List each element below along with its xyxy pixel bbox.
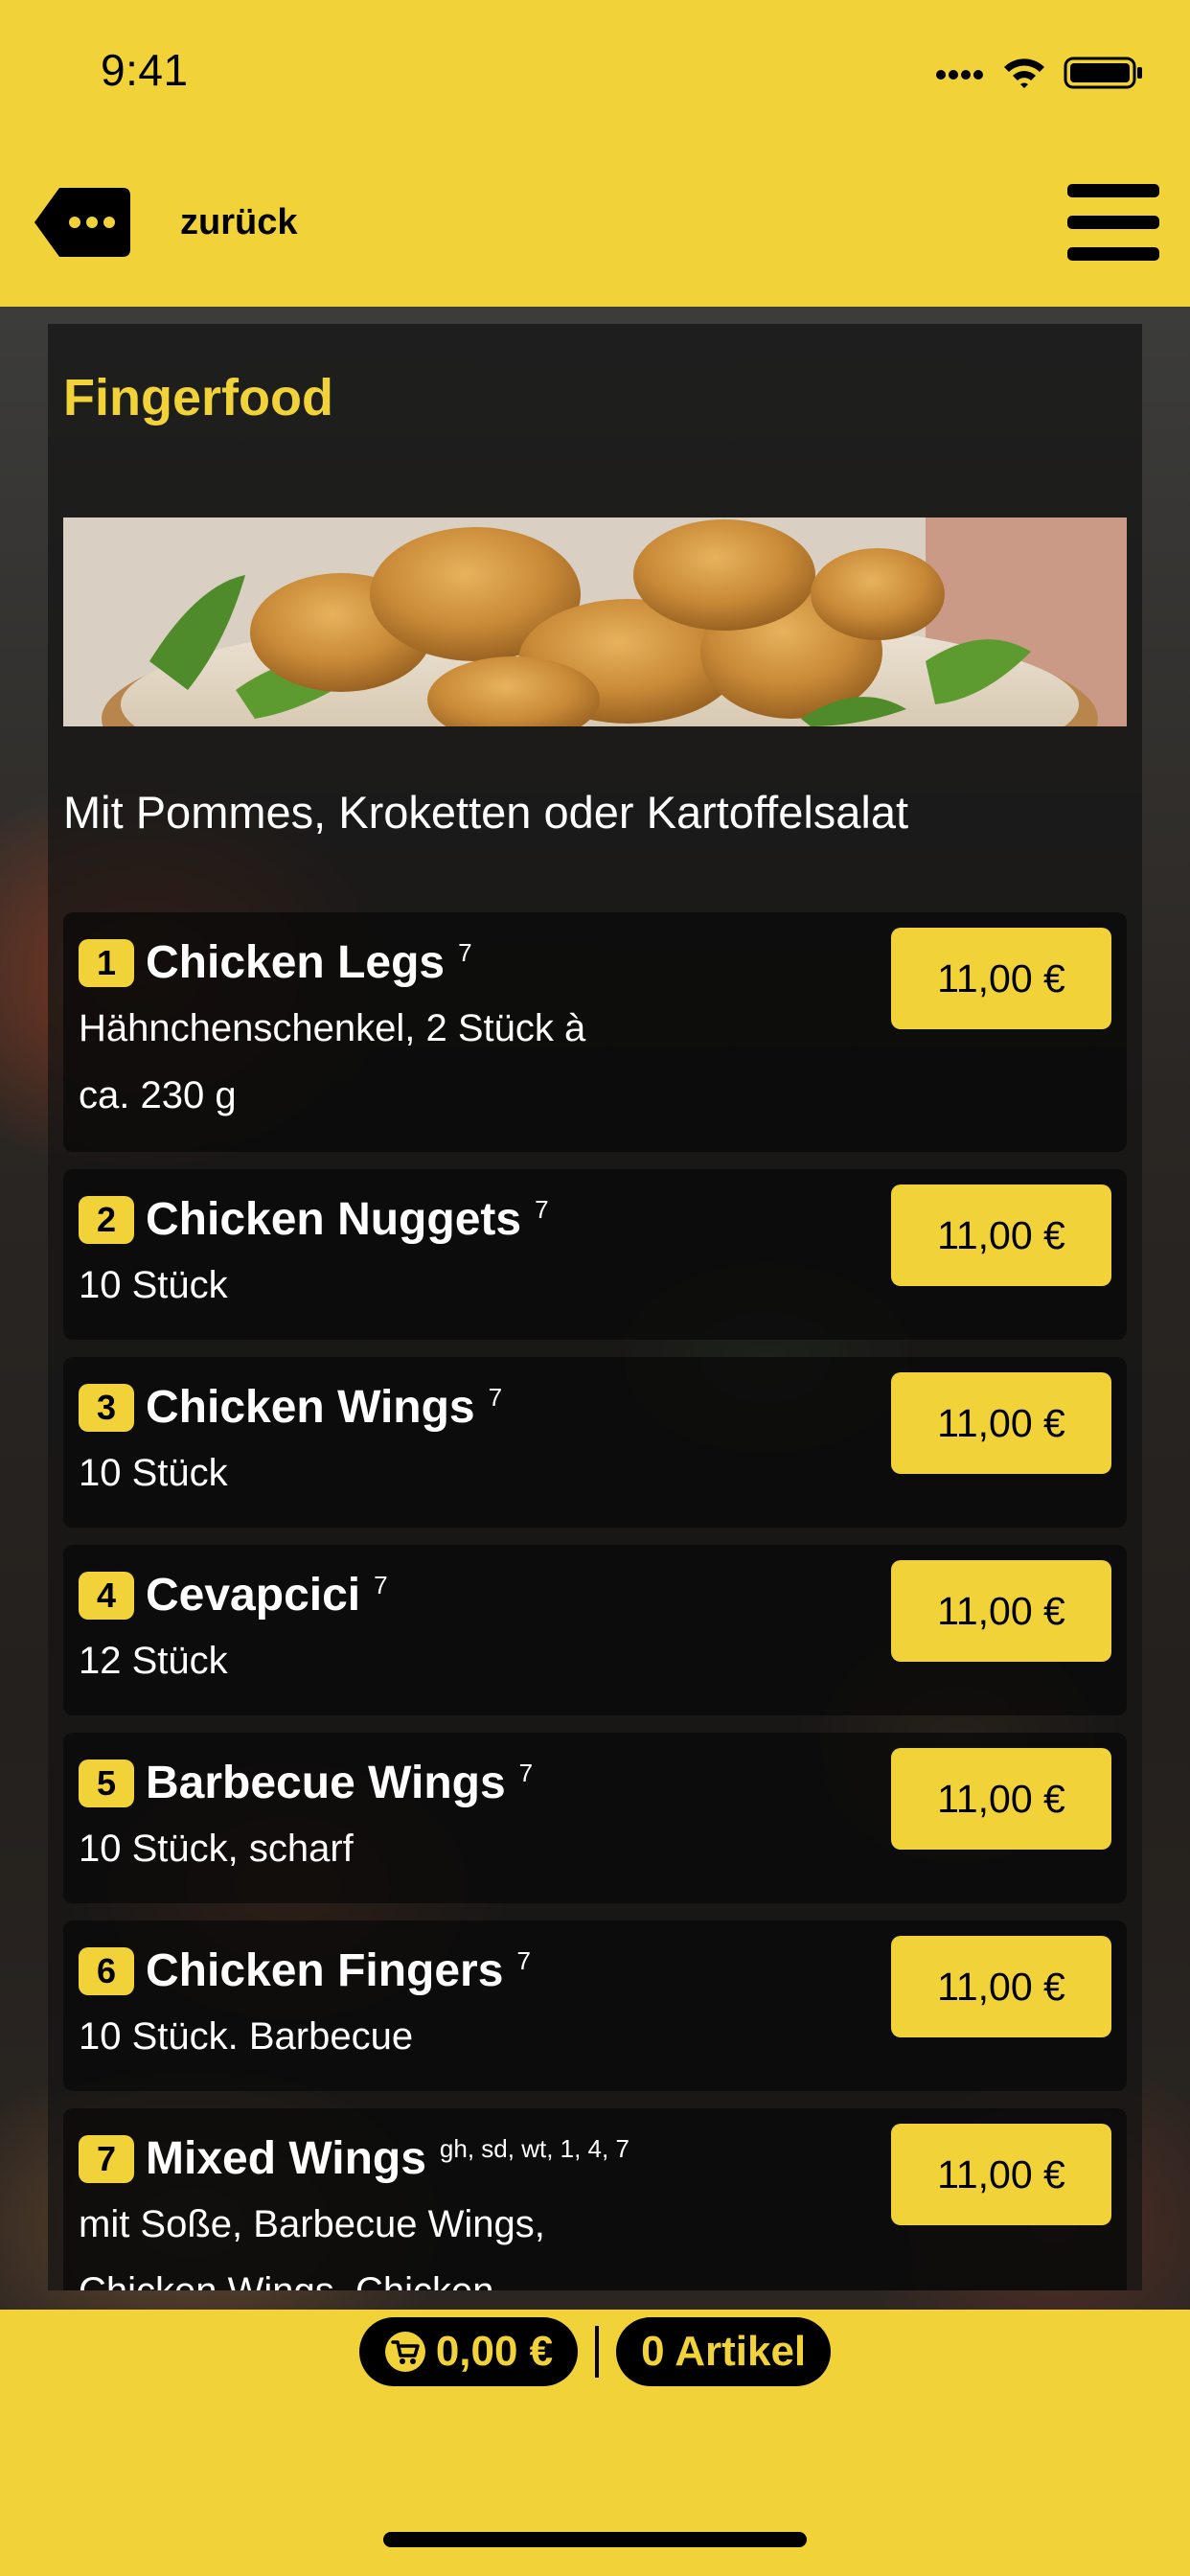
item-allergens: 7	[488, 1383, 503, 1412]
price-button[interactable]: 11,00 €	[891, 1936, 1111, 2037]
cart-total: 0,00 €	[435, 2328, 554, 2375]
item-allergens: 7	[458, 938, 472, 967]
item-allergens: 7	[535, 1195, 549, 1224]
item-description-line: Hähnchenschenkel, 2 Stück à	[79, 1007, 586, 1049]
item-description: 10 Stück. Barbecue	[79, 2003, 935, 2070]
menu-item[interactable]: 4 Cevapcici 7 12 Stück 11,00 €	[63, 1545, 1127, 1715]
item-name: Cevapcici	[146, 1570, 361, 1621]
cart-icon	[384, 2332, 425, 2372]
item-name: Chicken Legs	[146, 937, 446, 988]
menu-item-list: 1 Chicken Legs 7 Hähnchenschenkel, 2 Stü…	[63, 912, 1127, 2290]
item-name: Chicken Nuggets	[146, 1194, 522, 1245]
item-name: Chicken Fingers	[146, 1945, 504, 1996]
price-button[interactable]: 11,00 €	[891, 1560, 1111, 1662]
hamburger-menu-icon[interactable]	[1067, 184, 1159, 261]
price-button[interactable]: 11,00 €	[891, 2124, 1111, 2225]
price-button[interactable]: 11,00 €	[891, 1184, 1111, 1286]
item-number-badge: 2	[79, 1196, 134, 1244]
item-description: Hähnchenschenkel, 2 Stück à ca. 230 g	[79, 995, 935, 1129]
cart-count-button[interactable]: 0 Artikel	[616, 2317, 832, 2386]
item-allergens: 7	[518, 1759, 534, 1787]
item-number-badge: 6	[79, 1947, 134, 1995]
battery-icon	[1064, 57, 1142, 89]
price-button[interactable]: 11,00 €	[891, 1748, 1111, 1850]
item-name: Chicken Wings	[146, 1382, 475, 1433]
item-description: 10 Stück, scharf	[79, 1815, 935, 1882]
item-description: mit Soße, Barbecue Wings, Chicken Wings,…	[79, 2191, 935, 2290]
item-description: 10 Stück	[79, 1252, 935, 1319]
item-number-badge: 3	[79, 1384, 134, 1432]
hero-image	[63, 518, 1127, 726]
item-description-line: mit Soße, Barbecue Wings,	[79, 2203, 545, 2245]
ellipsis-tag-icon	[34, 188, 130, 257]
item-description-line: 10 Stück. Barbecue	[79, 2015, 414, 2058]
item-name: Barbecue Wings	[146, 1758, 506, 1808]
item-name: Mixed Wings	[146, 2133, 426, 2184]
navigation-row: zurück	[0, 172, 1190, 268]
signal-icon	[936, 70, 983, 80]
menu-item[interactable]: 5 Barbecue Wings 7 10 Stück, scharf 11,0…	[63, 1733, 1127, 1903]
price-button[interactable]: 11,00 €	[891, 1372, 1111, 1474]
menu-bar-middle	[1067, 216, 1159, 229]
back-button[interactable]: zurück	[31, 184, 297, 261]
item-allergens: 7	[374, 1571, 388, 1599]
item-description-line: Chicken Wings, Chicken	[79, 2258, 935, 2290]
status-time: 9:41	[101, 45, 189, 95]
home-indicator	[383, 2532, 807, 2547]
cart-summary: 0,00 € 0 Artikel	[0, 2317, 1190, 2386]
back-label: zurück	[180, 201, 298, 242]
section-subtitle: Mit Pommes, Kroketten oder Kartoffelsala…	[63, 787, 909, 838]
item-description-line: ca. 230 g	[79, 1074, 237, 1116]
cart-count: 0 Artikel	[641, 2328, 807, 2375]
item-allergens: 7	[516, 1946, 531, 1975]
item-description: 10 Stück	[79, 1439, 935, 1506]
item-number-badge: 7	[79, 2135, 134, 2183]
wifi-icon	[1004, 58, 1044, 88]
chicken-nuggets-photo	[63, 518, 1127, 726]
item-number-badge: 5	[79, 1760, 134, 1807]
item-description-line: 10 Stück	[79, 1264, 228, 1306]
item-number-badge: 4	[79, 1572, 134, 1620]
item-description-line: 12 Stück	[79, 1640, 228, 1682]
item-description: 12 Stück	[79, 1627, 935, 1694]
menu-item[interactable]: 2 Chicken Nuggets 7 10 Stück 11,00 €	[63, 1169, 1127, 1340]
item-allergens: gh, sd, wt, 1, 4, 7	[439, 2134, 629, 2163]
menu-item[interactable]: 1 Chicken Legs 7 Hähnchenschenkel, 2 Stü…	[63, 912, 1127, 1152]
menu-item[interactable]: 3 Chicken Wings 7 10 Stück 11,00 €	[63, 1357, 1127, 1528]
menu-bar-top	[1067, 184, 1159, 197]
cart-divider	[595, 2326, 600, 2378]
menu-item[interactable]: 6 Chicken Fingers 7 10 Stück. Barbecue 1…	[63, 1920, 1127, 2091]
cart-total-button[interactable]: 0,00 €	[358, 2317, 579, 2386]
item-number-badge: 1	[79, 939, 134, 987]
item-description-line: 10 Stück, scharf	[79, 1828, 354, 1870]
price-button[interactable]: 11,00 €	[891, 928, 1111, 1029]
section-title: Fingerfood	[63, 369, 333, 426]
item-description-line: 10 Stück	[79, 1452, 228, 1494]
menu-bar-bottom	[1067, 247, 1159, 261]
menu-item[interactable]: 7 Mixed Wings gh, sd, wt, 1, 4, 7 mit So…	[63, 2108, 1127, 2290]
top-bar: 9:41 zurück	[0, 0, 1190, 307]
status-icons	[935, 50, 1144, 96]
content-panel[interactable]: Fingerfood Mit Pommes, Kroketten oder Ka…	[48, 324, 1142, 2290]
